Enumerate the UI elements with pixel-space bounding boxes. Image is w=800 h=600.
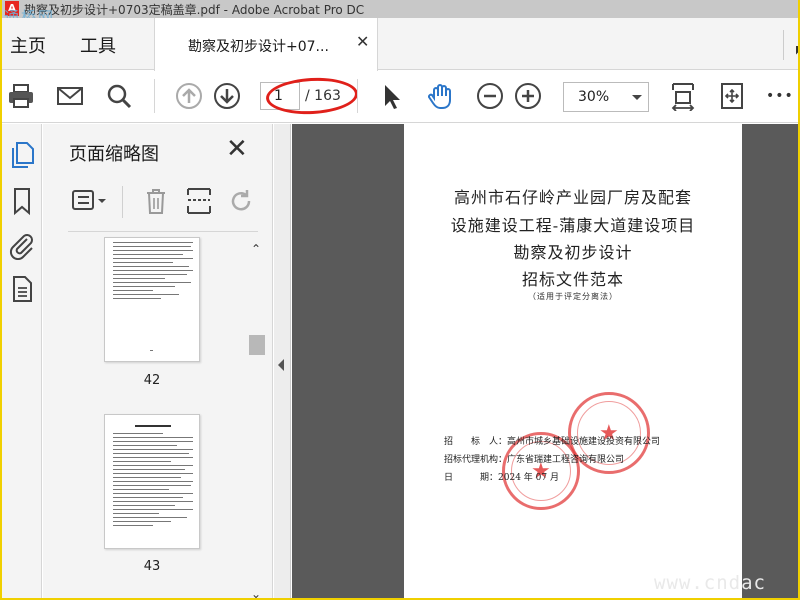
- thumb-toolbar-separator: [122, 186, 123, 218]
- thumbnail-scrollbar[interactable]: ⌃ ⌄: [248, 239, 266, 598]
- toolbar-separator: [357, 79, 358, 113]
- select-cursor-icon[interactable]: [376, 81, 406, 111]
- zoom-in-icon[interactable]: [513, 81, 543, 111]
- scroll-down-icon[interactable]: ⌄: [251, 587, 261, 598]
- info-row-agency: 招标代理机构：广东省瑞建工程咨询有限公司: [444, 452, 624, 465]
- document-page: 高州市石仔岭产业园厂房及配套 设施建设工程-蒲康大道建设项目 勘察及初步设计 招…: [404, 124, 742, 598]
- thumbnails-panel: 页面缩略图 ✕ 42 43 ⌃ ⌄: [43, 124, 273, 598]
- more-icon[interactable]: •••: [766, 88, 796, 118]
- document-view: 高州市石仔岭产业园厂房及配套 设施建设工程-蒲康大道建设项目 勘察及初步设计 招…: [292, 124, 798, 598]
- left-navigation-rail: [2, 124, 42, 598]
- prev-page-icon[interactable]: [174, 81, 204, 111]
- window-restore-icon[interactable]: [783, 30, 798, 60]
- doc-title-line: 勘察及初步设计: [513, 243, 633, 262]
- document-icon[interactable]: [7, 274, 37, 304]
- info-label: 日 期：: [444, 473, 499, 483]
- main-toolbar: 1 / 163 30% •••: [2, 71, 798, 123]
- zoom-select[interactable]: 30%: [563, 82, 649, 112]
- thumbnail-toolbar: [67, 184, 267, 218]
- scrollbar-thumb[interactable]: [249, 335, 265, 355]
- doc-title-line: 招标文件范本: [521, 270, 624, 289]
- tab-tools[interactable]: 工具: [80, 32, 116, 58]
- rotate-page-icon[interactable]: [227, 187, 255, 215]
- site-url-watermark: www.cndac: [654, 572, 766, 594]
- search-icon[interactable]: [104, 81, 134, 111]
- tab-document-label: 勘察及初步设计+07...: [188, 39, 329, 55]
- thumbnail-page-number: 43: [143, 559, 161, 574]
- extract-page-icon[interactable]: [185, 187, 213, 215]
- print-icon[interactable]: [6, 81, 36, 111]
- info-label: 招 标 人：: [444, 437, 508, 447]
- info-value: 高州市城乡基础设施建设投资有限公司: [507, 437, 661, 447]
- toolbar-separator: [154, 79, 155, 113]
- bookmarks-icon[interactable]: [7, 186, 37, 216]
- tab-document[interactable]: 勘察及初步设计+07... ✕: [154, 18, 378, 71]
- thumbnail-page-number: 42: [143, 373, 161, 388]
- chevron-down-icon: [632, 95, 642, 105]
- info-row-date: 日 期：2024 年 07 月: [444, 470, 559, 483]
- rotate-view-icon[interactable]: [717, 81, 747, 111]
- tab-bar: 主页 工具 勘察及初步设计+07... ✕: [2, 18, 798, 71]
- doc-title-line: 高州市石仔岭产业园厂房及配套: [453, 188, 692, 207]
- hand-tool-icon[interactable]: [426, 81, 456, 111]
- page-thumbnails-icon[interactable]: [7, 140, 37, 170]
- collapse-arrow-icon: [278, 359, 284, 371]
- window-title: 勘察及初步设计+0703定稿盖章.pdf - Adobe Acrobat Pro…: [24, 3, 365, 17]
- panel-divider: [68, 231, 258, 232]
- next-page-icon[interactable]: [212, 81, 242, 111]
- delete-page-icon[interactable]: [143, 187, 169, 215]
- info-row-tenderer: 招 标 人：高州市城乡基础设施建设投资有限公司: [444, 434, 660, 447]
- panel-close-icon[interactable]: ✕: [226, 134, 248, 164]
- zoom-value: 30%: [578, 89, 610, 105]
- doc-subtitle: （适用于评定分离法）: [528, 292, 618, 301]
- scroll-up-icon[interactable]: ⌃: [251, 242, 261, 256]
- acrobat-window: A 勘察及初步设计+0703定稿盖章.pdf - Adobe Acrobat P…: [2, 0, 798, 598]
- fit-page-icon[interactable]: [668, 81, 698, 112]
- zoom-out-icon[interactable]: [475, 81, 505, 111]
- tab-home[interactable]: 主页: [10, 32, 46, 58]
- panel-collapse-handle[interactable]: [274, 124, 291, 598]
- tab-close-icon[interactable]: ✕: [356, 32, 369, 51]
- title-bar: A 勘察及初步设计+0703定稿盖章.pdf - Adobe Acrobat P…: [2, 0, 798, 18]
- page-thumbnail-42[interactable]: [104, 237, 200, 362]
- info-value: 2024 年 07 月: [498, 473, 559, 483]
- attachments-icon[interactable]: [7, 230, 37, 261]
- email-icon[interactable]: [55, 81, 85, 111]
- doc-title-line: 设施建设工程-蒲康大道建设项目: [450, 216, 696, 235]
- page-thumbnail-43[interactable]: [104, 414, 200, 549]
- panel-title: 页面缩略图: [69, 144, 159, 165]
- thumbnail-options-icon[interactable]: [71, 188, 111, 214]
- info-value: 广东省瑞建工程咨询有限公司: [507, 455, 625, 465]
- info-label: 招标代理机构：: [444, 455, 508, 465]
